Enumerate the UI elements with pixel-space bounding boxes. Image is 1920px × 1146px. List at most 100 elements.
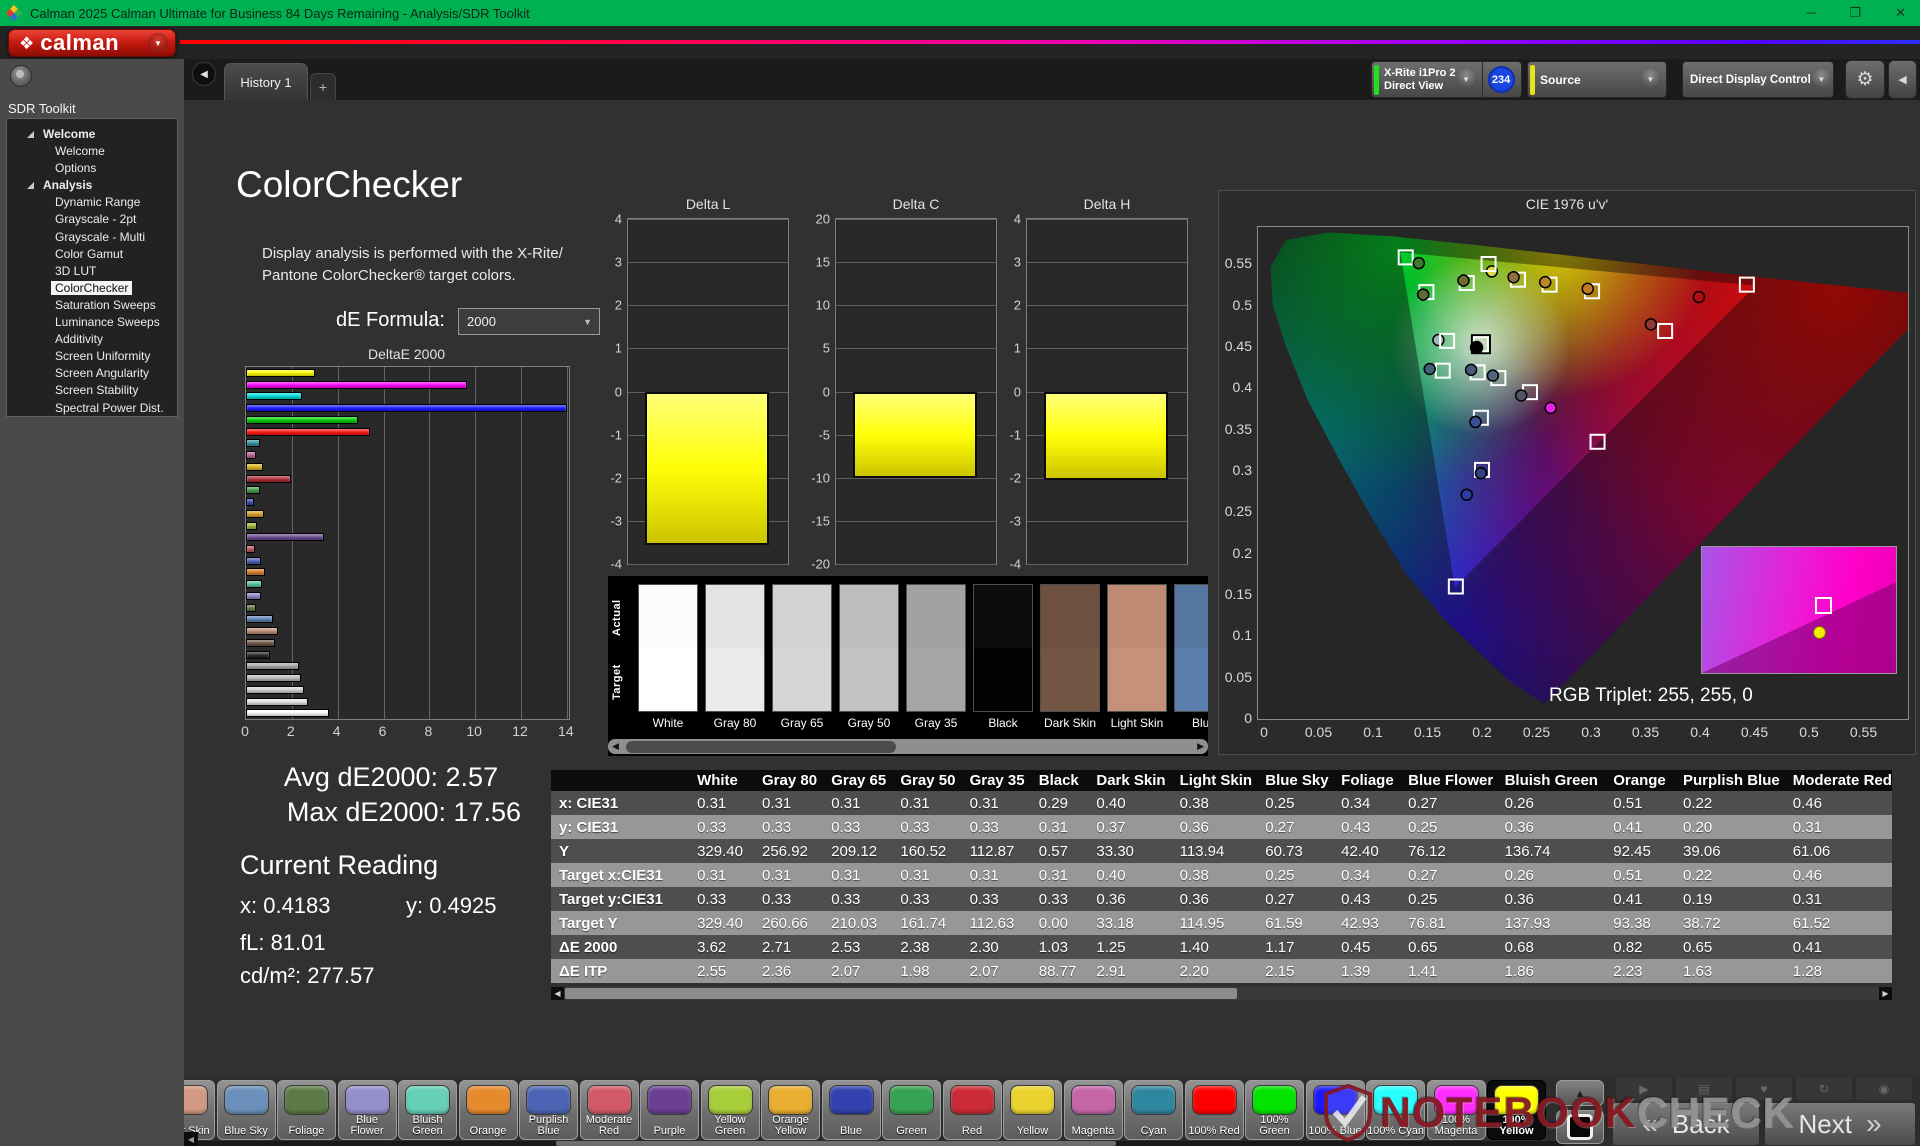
logo-dropdown-icon[interactable]: ▼ <box>148 33 168 53</box>
patch-button-green[interactable]: Green <box>882 1080 941 1140</box>
sidebar-item-color-gamut[interactable]: Color Gamut <box>7 246 177 263</box>
expander-icon[interactable] <box>27 182 34 189</box>
sidebar-item-dynamic-range[interactable]: Dynamic Range <box>7 194 177 211</box>
table-cell: 0.65 <box>1675 935 1785 959</box>
patch-swatch-gray-50[interactable]: Gray 50 <box>839 584 899 730</box>
scrollbar-thumb[interactable] <box>626 741 896 753</box>
sidebar-item-options[interactable]: Options <box>7 160 177 177</box>
sidebar-item-3d-lut[interactable]: 3D LUT <box>7 263 177 280</box>
scroll-left-icon[interactable]: ◀ <box>551 987 564 1000</box>
source-dropdown-icon[interactable]: ▼ <box>1640 69 1661 90</box>
next-button[interactable]: Next » <box>1764 1102 1916 1146</box>
scroll-left-icon[interactable]: ◀ <box>612 740 619 753</box>
patch-swatch-gray-65[interactable]: Gray 65 <box>772 584 832 730</box>
meter-dropdown-icon[interactable]: ▼ <box>1456 69 1477 90</box>
patch-swatch-gray-80[interactable]: Gray 80 <box>705 584 765 730</box>
sidebar-item-luminance-sweeps[interactable]: Luminance Sweeps <box>7 314 177 331</box>
patch-swatch-dark-skin[interactable]: Dark Skin <box>1040 584 1100 730</box>
patch-button-orange-yellow[interactable]: Orange Yellow <box>761 1080 820 1140</box>
capture-button[interactable]: ◉ <box>1856 1078 1912 1100</box>
sidebar-item-screen-angularity[interactable]: Screen Angularity <box>7 365 177 382</box>
sidebar-item-additivity[interactable]: Additivity <box>7 331 177 348</box>
patch-swatch-light-skin[interactable]: Light Skin <box>1107 584 1167 730</box>
patch-button-cyan[interactable]: Cyan <box>1124 1080 1183 1140</box>
display-control-selector[interactable]: Direct Display Control ▼ <box>1682 61 1834 98</box>
favorite-button[interactable]: ♥ <box>1736 1078 1792 1100</box>
chart-button[interactable]: ▤ <box>1676 1078 1732 1100</box>
patch-button-red[interactable]: Red <box>943 1080 1002 1140</box>
scroll-left-icon[interactable]: ◀ <box>184 1132 198 1146</box>
x-tick-label: 0.25 <box>1523 724 1550 740</box>
swatch-color <box>705 584 765 712</box>
patch-button-orange[interactable]: Orange <box>459 1080 518 1140</box>
meter-count-badge[interactable]: 234 <box>1488 66 1515 93</box>
patch-button-yellow-green[interactable]: Yellow Green <box>701 1080 760 1140</box>
panel-collapse-button[interactable]: ◀ <box>1888 60 1917 99</box>
patch-button-100-cyan[interactable]: 100% Cyan <box>1366 1080 1425 1140</box>
maximize-icon[interactable]: ❐ <box>1849 5 1861 21</box>
patch-button-purple[interactable]: Purple <box>640 1080 699 1140</box>
sidebar-item-spectral-power-dist-[interactable]: Spectral Power Dist. <box>7 400 177 417</box>
sidebar-collapse-button[interactable]: ◀ <box>192 62 216 86</box>
patch-label: Yellow <box>1004 1126 1061 1137</box>
patch-button-purplish-blue[interactable]: Purplish Blue <box>519 1080 578 1140</box>
patch-swatch-blue[interactable]: Blue <box>1174 584 1208 730</box>
expand-patch-bar-button[interactable]: ▲ <box>1556 1080 1604 1106</box>
patch-swatch-black[interactable]: Black <box>973 584 1033 730</box>
patch-button-foliage[interactable]: Foliage <box>277 1080 336 1140</box>
patch-button-100-red[interactable]: 100% Red <box>1185 1080 1244 1140</box>
refresh-button[interactable]: ↻ <box>1796 1078 1852 1100</box>
sidebar-item-grayscale-2pt[interactable]: Grayscale - 2pt <box>7 211 177 228</box>
patch-button-blue[interactable]: Blue <box>822 1080 881 1140</box>
patch-button-bluish-green[interactable]: Bluish Green <box>398 1080 457 1140</box>
minimize-icon[interactable]: ─ <box>1806 5 1815 21</box>
table-cell: 0.26 <box>1497 863 1606 887</box>
sidebar-item-grayscale-multi[interactable]: Grayscale - Multi <box>7 229 177 246</box>
sidebar-item-saturation-sweeps[interactable]: Saturation Sweeps <box>7 297 177 314</box>
patch-swatch-gray-35[interactable]: Gray 35 <box>906 584 966 730</box>
de-formula-select[interactable]: 2000 ▼ <box>458 308 600 335</box>
y-tick-label: 0.3 <box>1218 462 1252 478</box>
sidebar-item-screen-stability[interactable]: Screen Stability <box>7 382 177 399</box>
table-scrollbar[interactable]: ◀ ▶ <box>551 987 1892 1000</box>
display-control-dropdown-icon[interactable]: ▼ <box>1811 69 1832 90</box>
scrollbar-thumb[interactable] <box>556 1141 1116 1146</box>
workflow-radio-button[interactable] <box>10 65 32 87</box>
deltae-bar-orange-yellow <box>246 510 264 518</box>
sidebar-item-welcome[interactable]: Welcome <box>7 126 177 143</box>
sidebar-item-welcome[interactable]: Welcome <box>7 143 177 160</box>
patch-button-moderate-red[interactable]: Moderate Red <box>580 1080 639 1140</box>
patch-swatch-white[interactable]: White <box>638 584 698 730</box>
close-icon[interactable]: ✕ <box>1895 5 1906 21</box>
stop-measure-button[interactable] <box>1556 1110 1604 1144</box>
patch-button-light-skin[interactable]: Light Skin <box>184 1080 215 1140</box>
settings-button[interactable]: ⚙ <box>1845 60 1885 99</box>
patch-button-100-yellow[interactable]: 100% Yellow <box>1487 1080 1546 1140</box>
chevron-right-icon: » <box>1866 1110 1882 1138</box>
play-button[interactable]: ▶ <box>1616 1078 1672 1100</box>
sidebar-item-screen-uniformity[interactable]: Screen Uniformity <box>7 348 177 365</box>
sidebar-item-label: Screen Uniformity <box>55 349 150 363</box>
back-button[interactable]: « Back <box>1612 1102 1760 1146</box>
calman-menu-button[interactable]: ❖ calman ▼ <box>8 29 176 57</box>
source-selector[interactable]: Source ▼ <box>1527 61 1667 98</box>
tab-history-1[interactable]: History 1 <box>224 63 308 100</box>
patch-button-yellow[interactable]: Yellow <box>1003 1080 1062 1140</box>
scroll-right-icon[interactable]: ▶ <box>1197 740 1204 753</box>
patch-button-100-blue[interactable]: 100% Blue <box>1306 1080 1365 1140</box>
expander-icon[interactable] <box>27 131 34 138</box>
add-tab-button[interactable]: + <box>310 73 336 100</box>
sidebar-item-colorchecker[interactable]: ColorChecker <box>7 280 177 297</box>
scroll-right-icon[interactable]: ▶ <box>1879 987 1892 1000</box>
patch-button-blue-sky[interactable]: Blue Sky <box>217 1080 276 1140</box>
scrollbar-thumb[interactable] <box>565 988 1237 999</box>
meter-selector[interactable]: X-Rite i1Pro 2 Direct View ▼ 234 <box>1371 61 1522 98</box>
patch-button-100-magenta[interactable]: 100% Magenta <box>1427 1080 1486 1140</box>
patch-button-magenta[interactable]: Magenta <box>1064 1080 1123 1140</box>
patch-button-100-green[interactable]: 100% Green <box>1245 1080 1304 1140</box>
patch-bar-scrollbar[interactable] <box>184 1141 1564 1146</box>
patch-button-blue-flower[interactable]: Blue Flower <box>338 1080 397 1140</box>
swatch-strip-scrollbar[interactable]: ◀ ▶ <box>608 739 1208 754</box>
sidebar-item-analysis[interactable]: Analysis <box>7 177 177 194</box>
column-header: Moderate Red <box>1785 770 1892 791</box>
